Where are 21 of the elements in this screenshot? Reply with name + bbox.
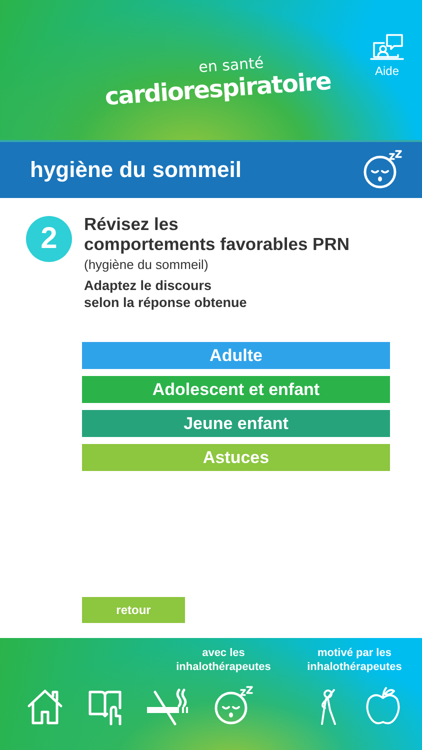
step-instruction: Adaptez le discours selon la réponse obtenue [84,277,248,311]
sleeping-face-icon [213,686,253,726]
sleeping-face-icon [362,150,402,190]
step-title: Révisez les comportements favorables PRN [84,214,350,254]
section-title: hygiène du sommeil [30,157,242,183]
option-button[interactable]: Jeune enfant [82,410,390,437]
footer-caption: avec les inhalothérapeutes [175,646,272,674]
step-number: 2 [26,216,72,262]
logo-tagline: en santé [198,54,264,76]
option-button[interactable]: Astuces [82,444,390,471]
footer-caption: motivé par les inhalothérapeutes [306,646,403,674]
step-subtitle: (hygiène du sommeil) [84,257,210,272]
no-smoking-icon [145,686,191,726]
help-button[interactable]: Aide [370,32,404,78]
nav-button[interactable] [364,686,402,726]
video-chat-icon [370,32,404,62]
nav-button[interactable] [212,686,254,726]
apple-icon [365,686,401,726]
option-button[interactable]: Adolescent et enfant [82,376,390,403]
back-button[interactable]: retour [82,597,185,623]
option-button[interactable]: Adulte [82,342,390,369]
